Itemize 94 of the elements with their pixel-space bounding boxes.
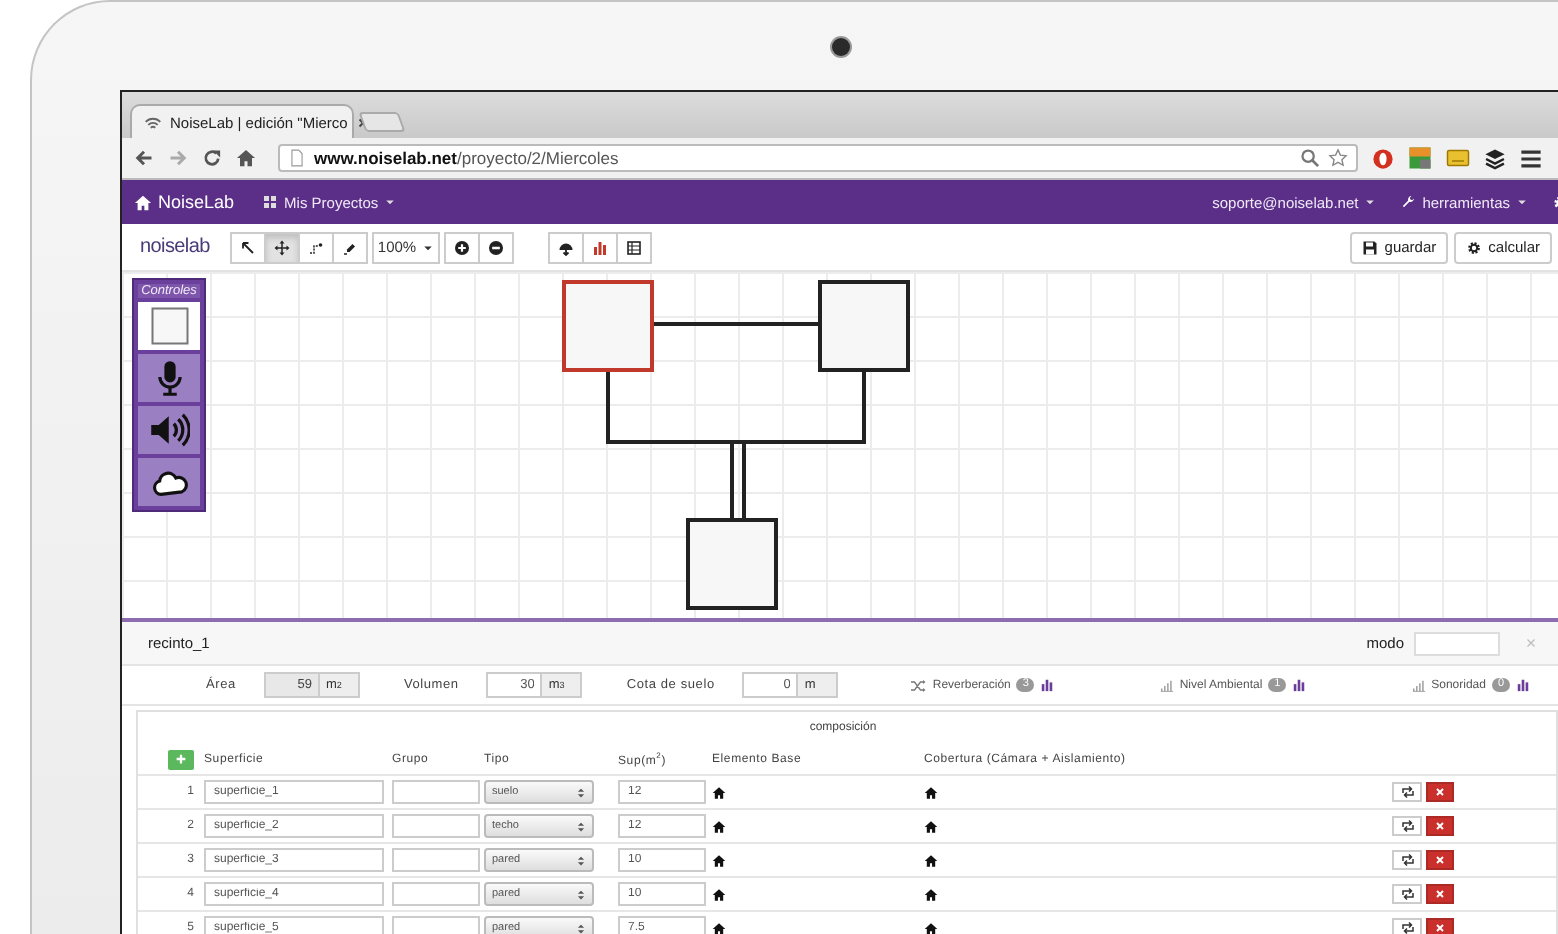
- minus-circle-icon: [488, 239, 504, 255]
- home-icon[interactable]: [924, 785, 938, 799]
- bar-chart-icon[interactable]: [1292, 678, 1307, 692]
- updown-icon: [576, 853, 586, 867]
- wifi-icon: [144, 113, 162, 131]
- tool-button[interactable]: [332, 231, 368, 263]
- move-icon: [274, 239, 290, 255]
- table-icon: [626, 239, 642, 255]
- swap-button[interactable]: [1392, 850, 1422, 870]
- updown-icon: [576, 819, 586, 833]
- search-icon[interactable]: [1300, 148, 1320, 168]
- logo: noiselab: [140, 236, 212, 258]
- close-icon: [1434, 786, 1446, 798]
- shuffle-icon: [910, 677, 927, 693]
- layers-icon[interactable]: [1484, 147, 1506, 169]
- color-tile-icon[interactable]: [1408, 146, 1432, 170]
- home-icon[interactable]: [924, 853, 938, 867]
- swap-button[interactable]: [1392, 918, 1422, 934]
- caret-icon: [384, 196, 397, 208]
- zoom-in-button[interactable]: [444, 231, 480, 263]
- ring-icon[interactable]: [1372, 147, 1394, 169]
- bar-chart-icon[interactable]: [1040, 678, 1055, 692]
- bar-chart-icon[interactable]: [1515, 678, 1530, 692]
- home-icon[interactable]: [924, 921, 938, 934]
- dome-button[interactable]: [548, 231, 584, 263]
- home-icon: [134, 193, 152, 211]
- mode-field[interactable]: [1414, 631, 1500, 655]
- caret-icon: [422, 241, 435, 253]
- page-icon: [288, 148, 306, 168]
- url-text[interactable]: www.noiselab.net/proyecto/2/Miercoles: [314, 148, 619, 168]
- dome-icon: [558, 239, 574, 255]
- home-icon[interactable]: [712, 819, 726, 833]
- delete-button[interactable]: [1426, 850, 1454, 870]
- wrench-icon: [1400, 194, 1417, 210]
- pointer-icon: [240, 239, 256, 255]
- home-icon[interactable]: [236, 148, 256, 168]
- connector-icon: [308, 239, 324, 255]
- swap-icon: [1399, 920, 1415, 934]
- swap-icon: [1399, 784, 1415, 800]
- square-icon: [149, 306, 189, 346]
- swap-icon: [1399, 886, 1415, 902]
- updown-icon: [576, 921, 586, 934]
- plus-circle-icon: [454, 239, 470, 255]
- swap-button[interactable]: [1392, 816, 1422, 836]
- caret-icon: [1364, 196, 1377, 208]
- group-field[interactable]: [392, 848, 480, 872]
- group-field[interactable]: [392, 780, 480, 804]
- speaker-icon: [149, 410, 189, 450]
- back-arrow-icon[interactable]: [134, 148, 154, 168]
- updown-icon: [576, 785, 586, 799]
- delete-button[interactable]: [1426, 782, 1454, 802]
- home-icon[interactable]: [712, 887, 726, 901]
- grid-icon: [262, 194, 279, 210]
- camera-icon: [832, 37, 850, 55]
- home-icon[interactable]: [712, 785, 726, 799]
- home-icon[interactable]: [712, 853, 726, 867]
- close-icon: [1434, 922, 1446, 934]
- url-field[interactable]: www.noiselab.net/proyecto/2/Miercoles: [278, 144, 1358, 172]
- save-icon: [1362, 239, 1379, 255]
- home-icon[interactable]: [924, 887, 938, 901]
- tool-button[interactable]: [230, 231, 266, 263]
- home-icon[interactable]: [924, 819, 938, 833]
- home-icon[interactable]: [712, 921, 726, 934]
- chart-button[interactable]: [582, 231, 618, 263]
- swap-icon: [1399, 818, 1415, 834]
- bar-chart-icon: [592, 239, 608, 255]
- caret-icon: [1516, 196, 1528, 208]
- signal-icon: [1159, 678, 1174, 692]
- signal-icon: [1411, 678, 1426, 692]
- swap-icon: [1399, 852, 1415, 868]
- delete-button[interactable]: [1426, 884, 1454, 904]
- brand-link[interactable]: NoiseLab: [134, 192, 235, 212]
- zoom-out-button[interactable]: [478, 231, 514, 263]
- plus-icon: [174, 752, 188, 766]
- group-field[interactable]: [392, 882, 480, 906]
- close-icon: [1434, 854, 1446, 866]
- pencil-icon: [342, 239, 358, 255]
- group-field[interactable]: [392, 916, 480, 934]
- card-icon[interactable]: [1446, 146, 1470, 170]
- close-icon: [1434, 888, 1446, 900]
- swap-button[interactable]: [1392, 884, 1422, 904]
- reload-icon[interactable]: [202, 148, 222, 168]
- control-item[interactable]: [138, 458, 200, 506]
- swap-button[interactable]: [1392, 782, 1422, 802]
- group-field[interactable]: [392, 814, 480, 838]
- tool-button[interactable]: [264, 231, 300, 263]
- delete-button[interactable]: [1426, 918, 1454, 934]
- delete-button[interactable]: [1426, 816, 1454, 836]
- star-icon[interactable]: [1328, 148, 1348, 168]
- menu-icon[interactable]: [1520, 147, 1542, 169]
- table-button[interactable]: [616, 231, 652, 263]
- gear-icon: [1466, 239, 1483, 255]
- updown-icon: [576, 887, 586, 901]
- close-icon: [1434, 820, 1446, 832]
